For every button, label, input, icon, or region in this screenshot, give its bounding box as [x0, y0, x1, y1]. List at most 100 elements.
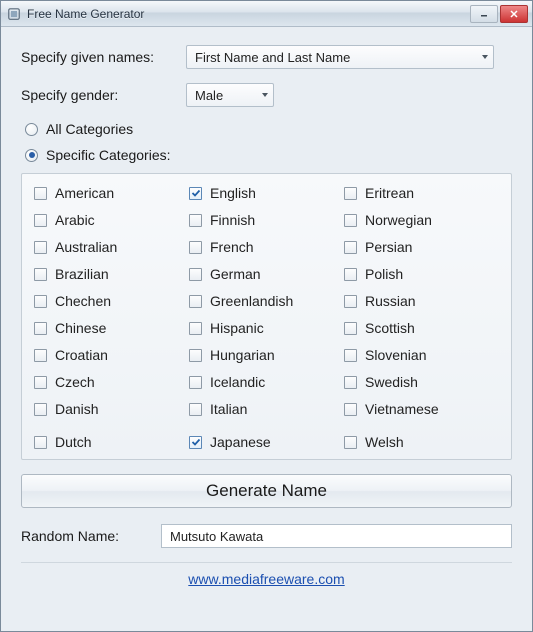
category-checkbox[interactable]: Greenlandish: [189, 292, 344, 310]
close-button[interactable]: [500, 5, 528, 23]
category-checkbox[interactable]: Norwegian: [344, 211, 499, 229]
category-checkbox[interactable]: Croatian: [34, 346, 189, 364]
checkbox-icon: [34, 376, 47, 389]
radio-specific-categories[interactable]: Specific Categories:: [25, 147, 512, 163]
result-textbox[interactable]: Mutsuto Kawata: [161, 524, 512, 548]
result-label: Random Name:: [21, 528, 161, 544]
category-label: Finnish: [210, 212, 255, 228]
gender-dropdown-value: Male: [195, 88, 223, 103]
category-checkbox[interactable]: Italian: [189, 400, 344, 418]
radio-all-label: All Categories: [46, 121, 133, 137]
category-checkbox[interactable]: Czech: [34, 373, 189, 391]
category-checkbox[interactable]: Hungarian: [189, 346, 344, 364]
checkbox-icon: [34, 268, 47, 281]
names-row: Specify given names: First Name and Last…: [21, 45, 512, 69]
category-checkbox[interactable]: Australian: [34, 238, 189, 256]
category-label: Czech: [55, 374, 95, 390]
checkbox-icon: [344, 295, 357, 308]
radio-all-categories[interactable]: All Categories: [25, 121, 512, 137]
category-checkbox[interactable]: Chinese: [34, 319, 189, 337]
gender-label: Specify gender:: [21, 87, 186, 103]
category-checkbox[interactable]: French: [189, 238, 344, 256]
category-checkbox[interactable]: Icelandic: [189, 373, 344, 391]
category-checkbox[interactable]: American: [34, 184, 189, 202]
category-checkbox[interactable]: Swedish: [344, 373, 499, 391]
generate-button-label: Generate Name: [206, 481, 327, 501]
category-label: Vietnamese: [365, 401, 439, 417]
category-checkbox[interactable]: Dutch: [34, 433, 189, 451]
radio-icon: [25, 149, 38, 162]
checkbox-icon: [34, 295, 47, 308]
category-checkbox[interactable]: English: [189, 184, 344, 202]
category-label: French: [210, 239, 254, 255]
checkbox-icon: [344, 436, 357, 449]
category-checkbox[interactable]: Danish: [34, 400, 189, 418]
category-label: Hungarian: [210, 347, 275, 363]
minimize-button[interactable]: [470, 5, 498, 23]
chevron-down-icon: [262, 93, 268, 97]
category-checkbox[interactable]: Russian: [344, 292, 499, 310]
names-dropdown-value: First Name and Last Name: [195, 50, 350, 65]
checkbox-icon: [189, 268, 202, 281]
category-checkbox[interactable]: Hispanic: [189, 319, 344, 337]
generate-button[interactable]: Generate Name: [21, 474, 512, 508]
footer-link[interactable]: www.mediafreeware.com: [188, 571, 344, 587]
client-area: Specify given names: First Name and Last…: [1, 27, 532, 597]
checkbox-icon: [344, 322, 357, 335]
category-checkbox[interactable]: Scottish: [344, 319, 499, 337]
checkbox-icon: [189, 403, 202, 416]
category-label: Danish: [55, 401, 99, 417]
result-value: Mutsuto Kawata: [170, 529, 263, 544]
checkbox-icon: [34, 322, 47, 335]
category-checkbox[interactable]: Eritrean: [344, 184, 499, 202]
category-label: Chechen: [55, 293, 111, 309]
window-buttons: [468, 5, 528, 23]
category-checkbox[interactable]: Arabic: [34, 211, 189, 229]
category-checkbox[interactable]: Polish: [344, 265, 499, 283]
category-label: Russian: [365, 293, 416, 309]
checkbox-icon: [189, 214, 202, 227]
categories-group: American English Eritrean Arabic Finnish Norw…: [21, 173, 512, 460]
category-label: Italian: [210, 401, 247, 417]
categories-grid: American English Eritrean Arabic Finnish Norw…: [34, 184, 499, 451]
category-label: Icelandic: [210, 374, 265, 390]
category-label: Slovenian: [365, 347, 427, 363]
category-checkbox[interactable]: Vietnamese: [344, 400, 499, 418]
checkbox-icon: [189, 241, 202, 254]
category-label: Eritrean: [365, 185, 414, 201]
category-checkbox[interactable]: Brazilian: [34, 265, 189, 283]
category-label: American: [55, 185, 114, 201]
category-checkbox[interactable]: Finnish: [189, 211, 344, 229]
checkbox-icon: [34, 436, 47, 449]
checkbox-icon: [34, 187, 47, 200]
checkbox-icon: [34, 349, 47, 362]
gender-dropdown[interactable]: Male: [186, 83, 274, 107]
category-label: Greenlandish: [210, 293, 293, 309]
titlebar: Free Name Generator: [1, 1, 532, 27]
names-dropdown[interactable]: First Name and Last Name: [186, 45, 494, 69]
category-checkbox[interactable]: Welsh: [344, 433, 499, 451]
category-label: Brazilian: [55, 266, 109, 282]
checkbox-icon: [189, 322, 202, 335]
category-label: Persian: [365, 239, 412, 255]
checkbox-icon: [344, 187, 357, 200]
checkbox-checked-icon: [189, 436, 202, 449]
radio-specific-label: Specific Categories:: [46, 147, 171, 163]
gender-row: Specify gender: Male: [21, 83, 512, 107]
category-label: Scottish: [365, 320, 415, 336]
window-title: Free Name Generator: [27, 7, 468, 21]
radio-icon: [25, 123, 38, 136]
app-icon: [7, 7, 21, 21]
checkbox-icon: [344, 376, 357, 389]
category-label: Norwegian: [365, 212, 432, 228]
category-checkbox[interactable]: Japanese: [189, 433, 344, 451]
category-checkbox[interactable]: Chechen: [34, 292, 189, 310]
category-checkbox[interactable]: Persian: [344, 238, 499, 256]
category-label: Dutch: [55, 434, 92, 450]
category-label: Welsh: [365, 434, 404, 450]
checkbox-icon: [344, 403, 357, 416]
checkbox-icon: [34, 403, 47, 416]
category-checkbox[interactable]: German: [189, 265, 344, 283]
chevron-down-icon: [482, 55, 488, 59]
category-checkbox[interactable]: Slovenian: [344, 346, 499, 364]
